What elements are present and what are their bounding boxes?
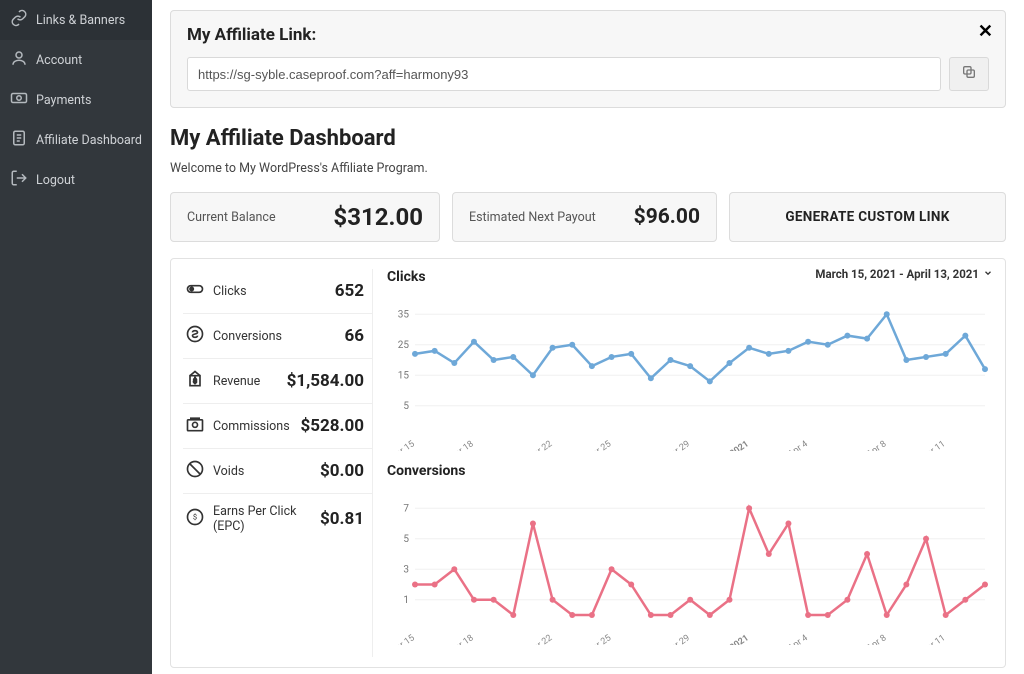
svg-text:Mar 29: Mar 29 — [663, 439, 692, 451]
stats-charts-panel: Clicks 652 Conversions 66 $ Revenue $1,58… — [170, 258, 1006, 668]
svg-text:$: $ — [193, 513, 197, 522]
copy-icon — [961, 64, 977, 84]
svg-text:1: 1 — [403, 595, 409, 606]
svg-text:35: 35 — [398, 309, 410, 320]
svg-text:Apr 8: Apr 8 — [865, 439, 888, 451]
stat-commissions: Commissions $528.00 — [183, 404, 372, 449]
svg-text:Mar 22: Mar 22 — [526, 633, 555, 645]
svg-text:Apr 8: Apr 8 — [865, 633, 888, 645]
svg-text:Mar 22: Mar 22 — [526, 439, 555, 451]
balance-label: Current Balance — [187, 210, 276, 225]
payout-amount: $96.00 — [634, 205, 700, 229]
svg-text:Mar 18: Mar 18 — [447, 439, 476, 451]
svg-text:Apr 11: Apr 11 — [920, 633, 947, 645]
sidebar-item-label: Logout — [36, 173, 75, 188]
stat-value: $0.00 — [320, 461, 364, 481]
stat-value: 652 — [335, 281, 364, 301]
svg-text:Apr 2021: Apr 2021 — [715, 439, 751, 451]
stat-value: $528.00 — [301, 416, 364, 436]
generate-custom-link-button[interactable]: GENERATE CUSTOM LINK — [729, 192, 1006, 242]
link-icon — [10, 9, 28, 31]
stat-label: Commissions — [213, 419, 290, 434]
svg-text:Mar 15: Mar 15 — [388, 439, 417, 451]
sidebar-item-label: Affiliate Dashboard — [36, 133, 142, 148]
epc-icon: $ — [185, 507, 205, 531]
svg-text:Apr 11: Apr 11 — [920, 439, 947, 451]
svg-text:Apr 4: Apr 4 — [787, 633, 810, 645]
page-title: My Affiliate Dashboard — [170, 126, 1006, 151]
stat-revenue: $ Revenue $1,584.00 — [183, 359, 372, 404]
conversions-icon — [185, 324, 205, 348]
clicks-icon — [185, 279, 205, 303]
payout-label: Estimated Next Payout — [469, 210, 596, 225]
affiliate-link-title: My Affiliate Link: — [187, 25, 989, 45]
svg-text:Mar 15: Mar 15 — [388, 633, 417, 645]
commissions-icon — [185, 414, 205, 438]
svg-text:$: $ — [193, 377, 197, 385]
next-payout-card: Estimated Next Payout $96.00 — [452, 192, 717, 242]
sidebar-item-links-banners[interactable]: Links & Banners — [0, 0, 152, 40]
close-icon[interactable]: ✕ — [978, 21, 993, 42]
sidebar-item-affiliate-dashboard[interactable]: Affiliate Dashboard — [0, 120, 152, 160]
sidebar-item-payments[interactable]: Payments — [0, 80, 152, 120]
sidebar: Links & Banners Account Payments Affilia… — [0, 0, 152, 674]
stat-label: Earns Per Click (EPC) — [213, 504, 320, 534]
stat-label: Revenue — [213, 374, 260, 389]
main-content: ✕ My Affiliate Link: My Affiliate Dashbo… — [152, 0, 1024, 674]
welcome-text: Welcome to My WordPress's Affiliate Prog… — [170, 161, 1006, 176]
svg-text:5: 5 — [403, 401, 409, 412]
stat-value: $0.81 — [320, 509, 364, 529]
current-balance-card: Current Balance $312.00 — [170, 192, 440, 242]
balance-amount: $312.00 — [333, 203, 423, 231]
stats-column: Clicks 652 Conversions 66 $ Revenue $1,58… — [183, 269, 373, 657]
affiliate-link-input[interactable] — [187, 57, 941, 91]
svg-text:15: 15 — [398, 370, 410, 381]
stat-voids: Voids $0.00 — [183, 449, 372, 494]
date-range-picker[interactable]: March 15, 2021 - April 13, 2021 — [815, 267, 993, 281]
stat-conversions: Conversions 66 — [183, 314, 372, 359]
stat-clicks: Clicks 652 — [183, 269, 372, 314]
stat-label: Conversions — [213, 329, 282, 344]
stat-value: 66 — [344, 326, 364, 346]
svg-text:25: 25 — [398, 340, 410, 351]
voids-icon — [185, 459, 205, 483]
stat-epc: $ Earns Per Click (EPC) $0.81 — [183, 494, 372, 544]
svg-text:Mar 25: Mar 25 — [584, 439, 613, 451]
svg-text:Mar 29: Mar 29 — [663, 633, 692, 645]
conversions-chart-title: Conversions — [387, 463, 993, 479]
money-icon — [10, 89, 28, 111]
revenue-icon: $ — [185, 369, 205, 393]
stat-value: $1,584.00 — [287, 371, 364, 391]
conversions-chart: 1 3 5 7 Mar 15 Mar 18 Mar 22 Mar 25 Mar 29 Apr 20… — [387, 485, 993, 645]
sidebar-item-account[interactable]: Account — [0, 40, 152, 80]
svg-text:Mar 18: Mar 18 — [447, 633, 476, 645]
chevron-down-icon — [983, 267, 993, 281]
svg-text:7: 7 — [403, 503, 409, 514]
document-icon — [10, 129, 28, 151]
charts-column: March 15, 2021 - April 13, 2021 Clicks 5… — [373, 269, 993, 657]
date-range-text: March 15, 2021 - April 13, 2021 — [815, 267, 979, 281]
svg-text:Apr 4: Apr 4 — [787, 439, 810, 451]
sidebar-item-label: Account — [36, 53, 82, 68]
affiliate-link-card: ✕ My Affiliate Link: — [170, 10, 1006, 108]
stat-label: Clicks — [213, 284, 247, 299]
copy-link-button[interactable] — [949, 57, 989, 91]
sidebar-item-label: Payments — [36, 93, 91, 108]
logout-icon — [10, 169, 28, 191]
sidebar-item-logout[interactable]: Logout — [0, 160, 152, 200]
svg-text:5: 5 — [403, 534, 409, 545]
user-icon — [10, 49, 28, 71]
clicks-chart: 5 15 25 35 Mar 15 Mar 18 Mar 22 Mar 25 Mar 29 Apr… — [387, 291, 993, 451]
svg-text:Apr 2021: Apr 2021 — [715, 633, 751, 645]
generate-link-label: GENERATE CUSTOM LINK — [785, 209, 949, 225]
sidebar-item-label: Links & Banners — [36, 13, 125, 28]
svg-text:3: 3 — [403, 564, 409, 575]
svg-text:Mar 25: Mar 25 — [584, 633, 613, 645]
stat-label: Voids — [213, 464, 244, 479]
